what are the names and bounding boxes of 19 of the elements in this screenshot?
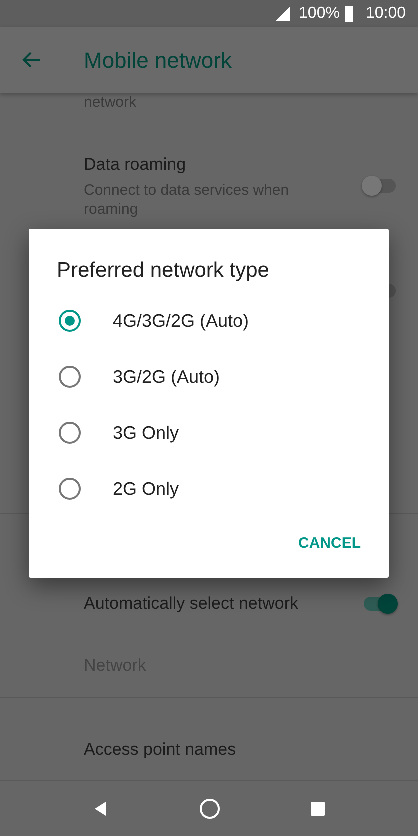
radio-button[interactable] — [59, 478, 81, 500]
radio-button[interactable] — [59, 422, 81, 444]
clock-time: 10:00 — [366, 4, 406, 24]
toggle-switch[interactable] — [362, 594, 398, 614]
radio-option[interactable]: 4G/3G/2G (Auto) — [29, 293, 389, 349]
cancel-button[interactable]: CANCEL — [290, 525, 369, 564]
radio-option[interactable]: 3G/2G (Auto) — [29, 349, 389, 405]
battery-percentage: 100% — [299, 4, 340, 24]
recents-icon — [310, 800, 326, 817]
radio-option[interactable]: 2G Only — [29, 461, 389, 517]
signal-icon — [275, 6, 292, 22]
screen-title: Mobile network — [84, 46, 232, 75]
radio-button[interactable] — [59, 366, 81, 388]
battery-icon — [344, 4, 354, 23]
radio-button[interactable] — [59, 310, 81, 332]
toggle-switch[interactable] — [362, 176, 398, 196]
dialog-title: Preferred network type — [56, 258, 270, 284]
radio-option[interactable]: 3G Only — [29, 405, 389, 461]
home-icon — [198, 798, 221, 820]
